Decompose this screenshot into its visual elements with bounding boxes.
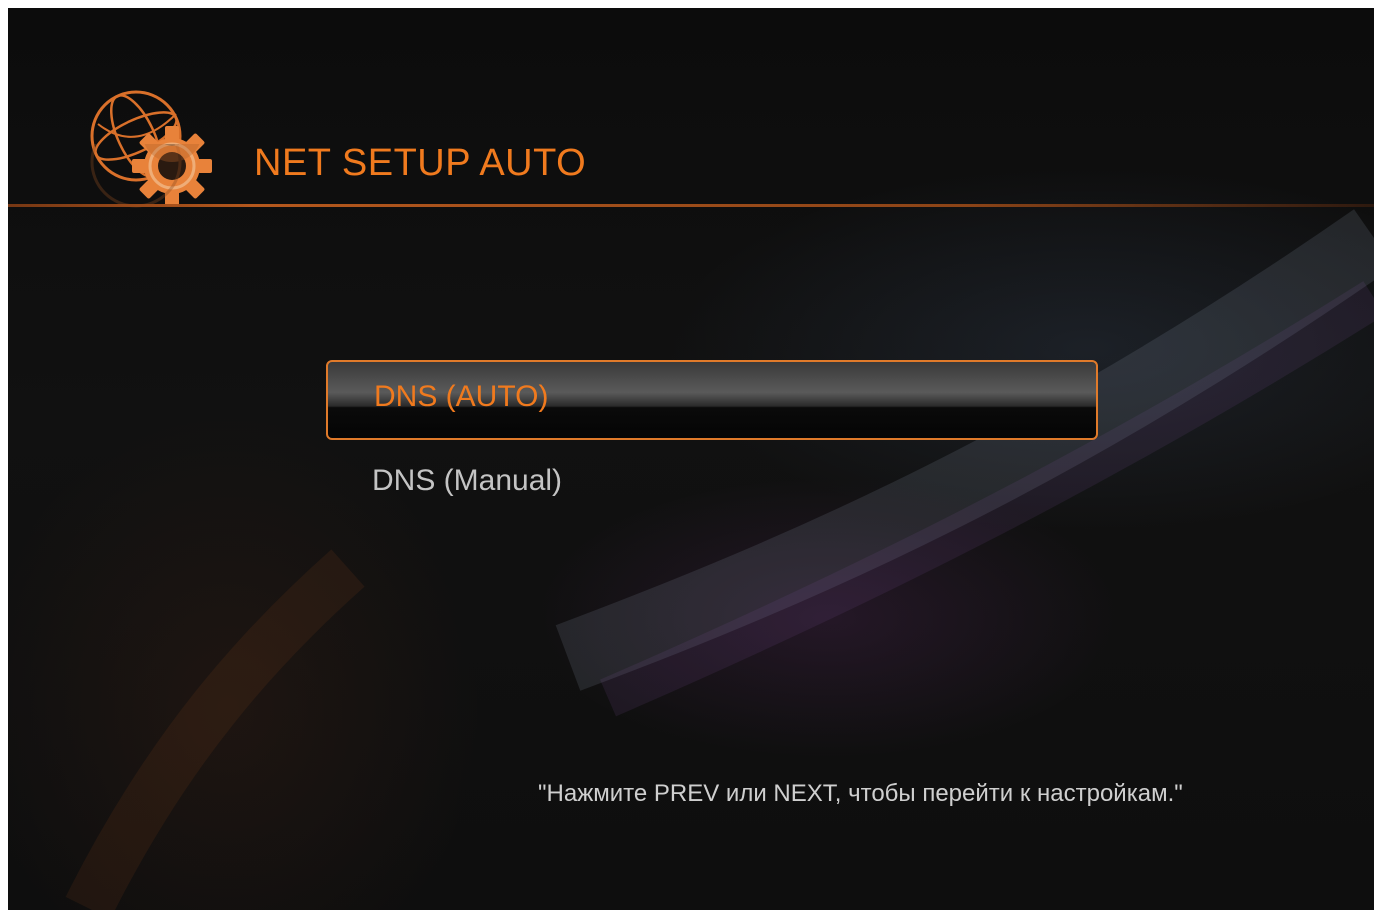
navigation-hint: "Нажмите PREV или NEXT, чтобы перейти к …: [538, 780, 1183, 807]
net-setup-screen: NET SETUP AUTO DNS (AUTO) DNS (Manual) "…: [8, 8, 1374, 910]
menu-item-label: DNS (Manual): [372, 464, 563, 497]
menu-item-label: DNS (AUTO): [374, 380, 549, 413]
dns-mode-menu: DNS (AUTO) DNS (Manual): [326, 360, 1098, 526]
menu-item-dns-auto[interactable]: DNS (AUTO): [326, 360, 1098, 440]
menu-item-dns-manual[interactable]: DNS (Manual): [326, 446, 1098, 526]
title-divider: [8, 204, 1374, 207]
page-title: NET SETUP AUTO: [254, 142, 587, 184]
